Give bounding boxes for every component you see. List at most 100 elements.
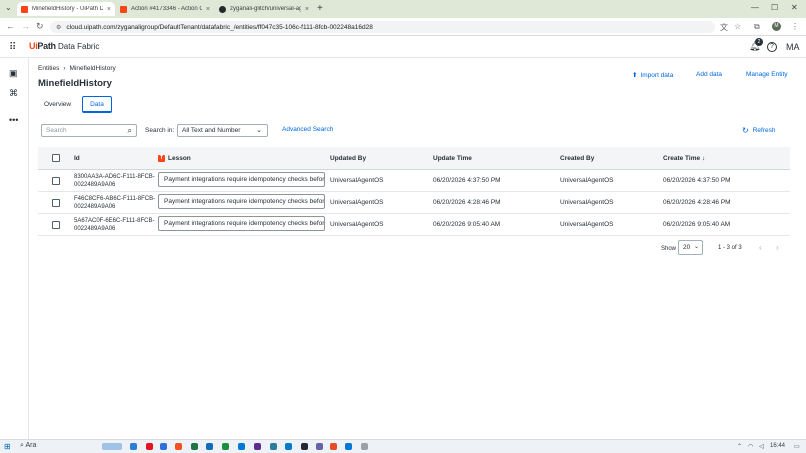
taskbar-search[interactable]: ⌕ Ara [20,442,36,450]
teams-icon[interactable] [316,443,323,450]
search-input[interactable]: Search ⌕ [41,124,137,137]
manage-entity-button[interactable]: Manage Entity [746,71,788,78]
cell-lesson[interactable]: Payment integrations require idempotency… [158,194,325,209]
app-icon[interactable] [254,443,261,450]
app-icon[interactable] [345,443,352,450]
advanced-search-link[interactable]: Advanced Search [282,126,333,133]
page-tabs: Overview Data [38,96,112,113]
back-icon[interactable]: ← [6,21,15,31]
browser-tab-github[interactable]: zyganali-glitch/universal-agent × [215,2,313,16]
choice-sets-nav-icon[interactable]: ⌘ [9,88,18,99]
row-checkbox[interactable] [52,177,60,185]
search-in-select[interactable]: All Text and Number ⌄ [177,124,268,137]
tab-overview[interactable]: Overview [38,96,77,113]
close-icon[interactable]: × [107,6,111,13]
table-row[interactable]: 5A67AC0F-6E6C-F111-8FCB-0022489A9A06 Pay… [38,214,790,236]
url-field[interactable]: ⚙ cloud.uipath.com/zyganaligroup/Default… [50,21,715,33]
tab-search-icon[interactable]: ⌄ [5,3,12,12]
column-header-id[interactable]: Id [74,155,80,162]
cell-created-by: UniversalAgentOS [560,199,614,206]
product-name: Data Fabric [58,42,100,51]
app-icon[interactable] [330,443,337,450]
maximize-icon[interactable]: ☐ [771,3,778,12]
app-icon[interactable] [160,443,167,450]
extensions-icon[interactable]: ⧉ [754,22,760,32]
select-all-checkbox[interactable] [52,154,60,162]
app-icon[interactable] [175,443,182,450]
app-icon[interactable] [361,443,368,450]
tab-data[interactable]: Data [82,96,112,113]
outlook-icon[interactable] [206,443,213,450]
vscode-icon[interactable] [285,443,292,450]
browser-tab-action[interactable]: Action #4173346 - Action Cent × [116,2,214,16]
app-icon[interactable] [146,443,153,450]
cell-id: 8300AA3A-AD6C-F111-8FCB-0022489A9A06 [74,174,155,188]
windows-start-icon[interactable]: ⊞ [4,442,11,451]
left-nav-rail: ▣ ⌘ ••• [0,58,29,439]
refresh-button[interactable]: ↻ Refresh [742,126,775,135]
import-data-button[interactable]: ⬆ Import data [632,71,673,80]
network-icon[interactable]: ◠ [748,443,753,450]
more-nav-icon[interactable]: ••• [9,115,18,125]
search-icon: ⌕ [20,442,24,449]
minimize-icon[interactable]: — [751,3,759,12]
cell-created-by: UniversalAgentOS [560,177,614,184]
column-header-created-by[interactable]: Created By [560,155,594,162]
site-info-icon[interactable]: ⚙ [56,24,61,31]
table-row[interactable]: F46C8CF6-AB6C-F111-8FCB-0022489A9A06 Pay… [38,192,790,214]
page-size-label: Show [661,246,677,252]
row-checkbox[interactable] [52,221,60,229]
taskbar-clock[interactable]: 16:44 [770,443,785,449]
translate-icon[interactable]: 文 [720,22,728,33]
page-size-select[interactable]: 20 ⌄ [678,240,703,255]
table-row[interactable]: 8300AA3A-AD6C-F111-8FCB-0022489A9A06 Pay… [38,170,790,192]
column-header-update-time[interactable]: Update Time [433,155,472,162]
refresh-icon: ↻ [742,126,749,135]
column-header-lesson[interactable]: T Lesson [158,155,191,162]
taskview-icon[interactable] [130,443,137,450]
window-close-icon[interactable]: ✕ [791,3,798,12]
breadcrumb-chevron-icon: › [63,65,66,72]
close-icon[interactable]: × [206,6,210,13]
browser-tab-bar: ⌄ MinefieldHistory - UiPath Data × Actio… [0,0,806,18]
cell-lesson[interactable]: Payment integrations require idempotency… [158,216,325,231]
chevron-down-icon: ⌄ [693,244,699,250]
cell-create-time: 06/20/2026 4:37:50 PM [663,177,731,184]
bookmark-star-icon[interactable]: ☆ [734,22,741,31]
column-header-updated-by[interactable]: Updated By [330,155,366,162]
add-data-button[interactable]: Add data [696,71,722,78]
notification-center-icon[interactable]: ▭ [794,443,800,450]
app-launcher-icon[interactable]: ⠿ [9,42,16,53]
page-title: MinefieldHistory [38,78,112,89]
edge-icon[interactable] [238,443,245,450]
cell-updated-by: UniversalAgentOS [330,199,384,206]
forward-icon[interactable]: → [21,21,30,31]
reload-icon[interactable]: ↻ [36,21,44,32]
user-avatar[interactable]: MA [786,42,800,52]
table-header: Id T Lesson Updated By Update Time Create… [38,147,790,170]
uipath-logo[interactable]: UiPath [29,41,56,51]
new-tab-icon[interactable]: + [317,3,323,14]
volume-icon[interactable]: ◁ [759,443,764,450]
widget-icon[interactable] [102,443,122,450]
entities-nav-icon[interactable]: ▣ [9,68,18,79]
browser-menu-icon[interactable]: ⋮ [791,22,799,31]
breadcrumb-entities[interactable]: Entities [38,65,59,72]
cell-lesson[interactable]: Payment integrations require idempotency… [158,172,325,187]
excel-icon[interactable] [191,443,198,450]
profile-avatar[interactable]: M [772,22,781,31]
next-page-icon[interactable]: › [776,243,779,252]
tray-chevron-icon[interactable]: ⌃ [737,443,742,450]
chrome-icon[interactable] [222,443,229,450]
app-icon[interactable] [301,443,308,450]
search-icon[interactable]: ⌕ [128,126,132,136]
browser-tab-minefield[interactable]: MinefieldHistory - UiPath Data × [17,2,115,16]
github-favicon-icon [219,5,226,13]
close-icon[interactable]: × [305,6,309,13]
help-icon[interactable]: ? [767,42,777,52]
column-header-create-time[interactable]: Create Time ↓ [663,155,705,162]
previous-page-icon[interactable]: ‹ [759,243,762,252]
pagination-range: 1 - 3 of 3 [718,245,742,251]
app-icon[interactable] [270,443,277,450]
row-checkbox[interactable] [52,199,60,207]
